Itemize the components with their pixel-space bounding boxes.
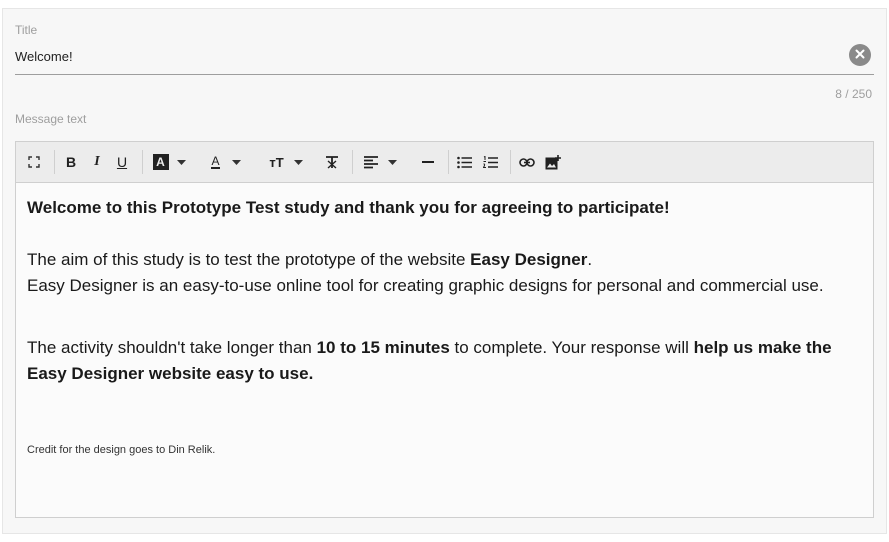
toolbar-separator [510, 150, 511, 174]
rich-text-editor[interactable]: B I U A A тT Welcome to this Prototype T… [15, 141, 874, 518]
horizontal-line-button[interactable] [416, 150, 440, 174]
text-color-icon: A [211, 154, 220, 169]
bullet-list-icon [456, 156, 472, 169]
italic-button[interactable]: I [87, 150, 107, 174]
underline-icon: U [116, 154, 128, 170]
chevron-down-icon [387, 159, 397, 165]
highlight-color-dropdown[interactable]: A [149, 150, 189, 174]
bold-icon: B [65, 154, 77, 170]
insert-image-icon [545, 154, 561, 170]
message-form: Title 8 / 250 Message text B I [2, 8, 887, 534]
toolbar-separator [448, 150, 449, 174]
clear-format-button[interactable] [322, 150, 342, 174]
insert-link-button[interactable] [517, 150, 537, 174]
message-label: Message text [15, 112, 87, 126]
toolbar-separator [54, 150, 55, 174]
align-left-icon [363, 155, 378, 169]
chevron-down-icon [231, 159, 241, 165]
title-underline [15, 74, 874, 75]
font-size-icon: тT [269, 154, 284, 170]
clear-title-button[interactable] [849, 44, 871, 66]
paragraph-description: Easy Designer is an easy-to-use online t… [27, 276, 824, 295]
toolbar-separator [352, 150, 353, 174]
fullscreen-icon [28, 156, 40, 168]
character-counter: 8 / 250 [835, 87, 872, 101]
link-icon [519, 157, 535, 167]
editor-toolbar: B I U A A тT [16, 142, 873, 183]
italic-icon: I [94, 154, 100, 169]
toolbar-separator [142, 150, 143, 174]
editor-content[interactable]: Welcome to this Prototype Test study and… [16, 183, 873, 469]
numbered-list-button[interactable] [480, 150, 500, 174]
chevron-down-icon [176, 159, 186, 165]
bold-button[interactable]: B [61, 150, 81, 174]
credit-text: Credit for the design goes to Din Relik. [27, 444, 216, 456]
highlight-color-icon: A [152, 154, 169, 170]
font-size-dropdown[interactable]: тT [264, 150, 308, 174]
title-input[interactable] [15, 45, 835, 67]
bullet-list-button[interactable] [454, 150, 474, 174]
underline-button[interactable]: U [112, 150, 132, 174]
close-icon [855, 46, 865, 64]
fullscreen-button[interactable] [24, 150, 44, 174]
title-label: Title [15, 23, 38, 37]
text-color-dropdown[interactable]: A [206, 150, 246, 174]
paragraph-aim: The aim of this study is to test the pro… [27, 250, 593, 269]
paragraph-duration: The activity shouldn't take longer than … [27, 338, 832, 383]
insert-image-button[interactable] [543, 150, 563, 174]
align-dropdown[interactable] [360, 150, 400, 174]
horizontal-line-icon [422, 160, 434, 164]
numbered-list-icon [482, 155, 498, 169]
chevron-down-icon [293, 159, 303, 165]
heading-text: Welcome to this Prototype Test study and… [27, 198, 670, 217]
clear-format-icon [325, 155, 339, 169]
